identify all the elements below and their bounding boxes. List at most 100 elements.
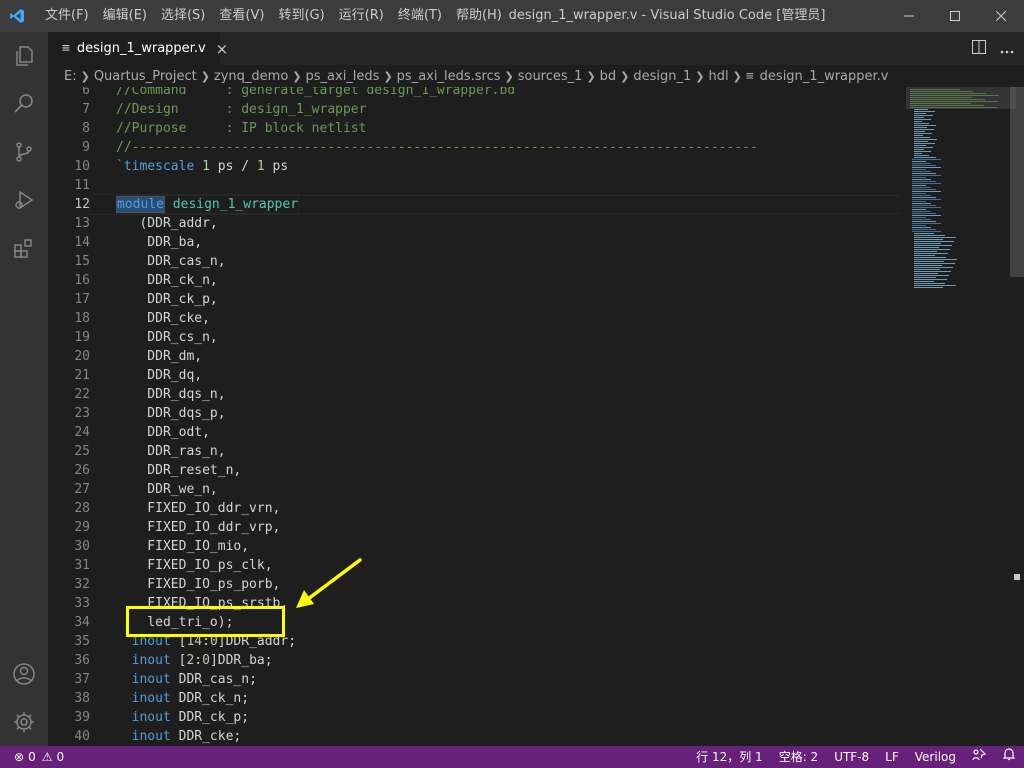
line-number: 11 xyxy=(74,178,90,193)
problems-indicator[interactable]: ⊗ 0 ⚠ 0 xyxy=(0,750,64,764)
line-number: 37 xyxy=(74,672,90,687)
chevron-right-icon: ❯ xyxy=(586,69,596,83)
line-text: //Command : generate_target design_1_wra… xyxy=(116,87,516,98)
code-line[interactable]: 18 DDR_cke, xyxy=(48,309,758,328)
status-bar: ⊗ 0 ⚠ 0 行 12，列 1 空格: 2 UTF-8 LF Verilog xyxy=(0,746,1024,768)
code-line[interactable]: 20 DDR_dm, xyxy=(48,347,758,366)
close-window-button[interactable] xyxy=(978,0,1024,32)
code-line[interactable]: 12 module design_1_wrapper xyxy=(48,194,758,215)
line-text: inout DDR_ck_n; xyxy=(131,691,250,706)
code-line[interactable]: 26 DDR_reset_n, xyxy=(48,461,758,480)
code-line[interactable]: 17 DDR_ck_p, xyxy=(48,290,758,309)
window-controls xyxy=(886,0,1024,32)
line-text: DDR_odt, xyxy=(116,425,210,440)
code-line[interactable]: 8 //Purpose : IP block netlist xyxy=(48,119,758,138)
line-text: inout [2:0]DDR_ba; xyxy=(131,653,273,668)
code-line[interactable]: 6 //Command : generate_target design_1_wr… xyxy=(48,87,758,100)
menu-view[interactable]: 查看(V) xyxy=(212,0,271,32)
code-line[interactable]: 27 DDR_we_n, xyxy=(48,480,758,499)
code-line[interactable]: 40 inout DDR_cke; xyxy=(48,727,758,746)
encoding[interactable]: UTF-8 xyxy=(826,746,877,768)
code-line[interactable]: 11 xyxy=(48,176,758,195)
vertical-scrollbar[interactable] xyxy=(1010,87,1024,746)
breadcrumb-item[interactable]: bd xyxy=(600,69,617,84)
tab-label: design_1_wrapper.v xyxy=(76,41,206,56)
breadcrumb-item[interactable]: Quartus_Project xyxy=(94,69,197,84)
indentation[interactable]: 空格: 2 xyxy=(771,746,827,768)
breadcrumb-item[interactable]: ps_axi_leds.srcs xyxy=(397,69,501,84)
code-line[interactable]: 21 DDR_dq, xyxy=(48,366,758,385)
code-line[interactable]: 7 //Design : design_1_wrapper xyxy=(48,100,758,119)
code-line[interactable]: 19 DDR_cs_n, xyxy=(48,328,758,347)
line-text: FIXED_IO_ps_porb, xyxy=(116,577,281,592)
code-line[interactable]: 16 DDR_ck_n, xyxy=(48,271,758,290)
code-line[interactable]: 23 DDR_dqs_p, xyxy=(48,404,758,423)
end-of-line[interactable]: LF xyxy=(877,746,907,768)
line-number: 40 xyxy=(74,729,90,744)
account-icon[interactable] xyxy=(0,650,48,698)
run-debug-icon[interactable] xyxy=(0,176,48,224)
menu-edit[interactable]: 编辑(E) xyxy=(96,0,154,32)
error-icon: ⊗ xyxy=(14,750,25,764)
code-line[interactable]: 13 (DDR_addr, xyxy=(48,214,758,233)
code-editor[interactable]: 6 //Command : generate_target design_1_wr… xyxy=(48,87,1024,746)
code-line[interactable]: 28 FIXED_IO_ddr_vrn, xyxy=(48,499,758,518)
code-line[interactable]: 31 FIXED_IO_ps_clk, xyxy=(48,556,758,575)
line-text: `timescale 1 ps / 1 ps xyxy=(116,159,289,174)
search-icon[interactable] xyxy=(0,80,48,128)
breadcrumb-item[interactable]: design_1_wrapper.v xyxy=(760,69,889,84)
breadcrumb-item[interactable]: zynq_demo xyxy=(214,69,288,84)
code-line[interactable]: 14 DDR_ba, xyxy=(48,233,758,252)
breadcrumb: E: ❯ Quartus_Project ❯ zynq_demo ❯ ps_axi_l… xyxy=(48,65,1024,87)
line-number: 12 xyxy=(74,197,90,212)
code-line[interactable]: 30 FIXED_IO_mio, xyxy=(48,537,758,556)
menu-help[interactable]: 帮助(H) xyxy=(449,0,509,32)
code-line[interactable]: 10 `timescale 1 ps / 1 ps xyxy=(48,157,758,176)
code-line[interactable]: 36 inout [2:0]DDR_ba; xyxy=(48,651,758,670)
code-line[interactable]: 9 //-------------------------------------… xyxy=(48,138,758,157)
settings-gear-icon[interactable] xyxy=(0,698,48,746)
cursor-position[interactable]: 行 12，列 1 xyxy=(688,746,771,768)
code-line[interactable]: 24 DDR_odt, xyxy=(48,423,758,442)
line-number: 10 xyxy=(74,159,90,174)
breadcrumb-item[interactable]: ps_axi_leds xyxy=(306,69,380,84)
code-line[interactable]: 37 inout DDR_cas_n; xyxy=(48,670,758,689)
code-lines[interactable]: 6 //Command : generate_target design_1_wr… xyxy=(48,87,758,746)
tab-design-1-wrapper[interactable]: ≡ design_1_wrapper.v × xyxy=(48,32,228,65)
menu-file[interactable]: 文件(F) xyxy=(38,0,96,32)
more-actions-icon[interactable] xyxy=(1000,39,1014,58)
chevron-right-icon: ❯ xyxy=(695,69,705,83)
breadcrumb-item[interactable]: sources_1 xyxy=(518,69,583,84)
menu-run[interactable]: 运行(R) xyxy=(332,0,391,32)
code-line[interactable]: 38 inout DDR_ck_n; xyxy=(48,689,758,708)
minimap[interactable] xyxy=(906,87,1016,746)
line-number: 24 xyxy=(74,425,90,440)
code-line[interactable]: 15 DDR_cas_n, xyxy=(48,252,758,271)
menu-selection[interactable]: 选择(S) xyxy=(154,0,212,32)
language-mode[interactable]: Verilog xyxy=(907,746,964,768)
notifications-bell-icon[interactable] xyxy=(994,746,1024,768)
extensions-icon[interactable] xyxy=(0,224,48,272)
scrollbar-thumb[interactable] xyxy=(1010,87,1024,277)
line-number: 17 xyxy=(74,292,90,307)
warning-count: 0 xyxy=(56,750,65,764)
split-editor-icon[interactable] xyxy=(972,39,986,58)
minimize-button[interactable] xyxy=(886,0,932,32)
breadcrumb-item[interactable]: design_1 xyxy=(633,69,691,84)
code-line[interactable]: 25 DDR_ras_n, xyxy=(48,442,758,461)
close-tab-icon[interactable]: × xyxy=(216,40,229,58)
explorer-icon[interactable] xyxy=(0,32,48,80)
code-line[interactable]: 39 inout DDR_ck_p; xyxy=(48,708,758,727)
menu-terminal[interactable]: 终端(T) xyxy=(391,0,449,32)
code-line[interactable]: 22 DDR_dqs_n, xyxy=(48,385,758,404)
feedback-icon[interactable] xyxy=(964,746,994,768)
maximize-button[interactable] xyxy=(932,0,978,32)
source-control-icon[interactable] xyxy=(0,128,48,176)
menu-go[interactable]: 转到(G) xyxy=(271,0,331,32)
code-line[interactable]: 32 FIXED_IO_ps_porb, xyxy=(48,575,758,594)
code-line[interactable]: 29 FIXED_IO_ddr_vrp, xyxy=(48,518,758,537)
error-count: 0 xyxy=(28,750,36,764)
breadcrumb-item[interactable]: E: xyxy=(64,69,77,84)
line-text xyxy=(90,176,116,195)
breadcrumb-item[interactable]: hdl xyxy=(709,69,729,84)
